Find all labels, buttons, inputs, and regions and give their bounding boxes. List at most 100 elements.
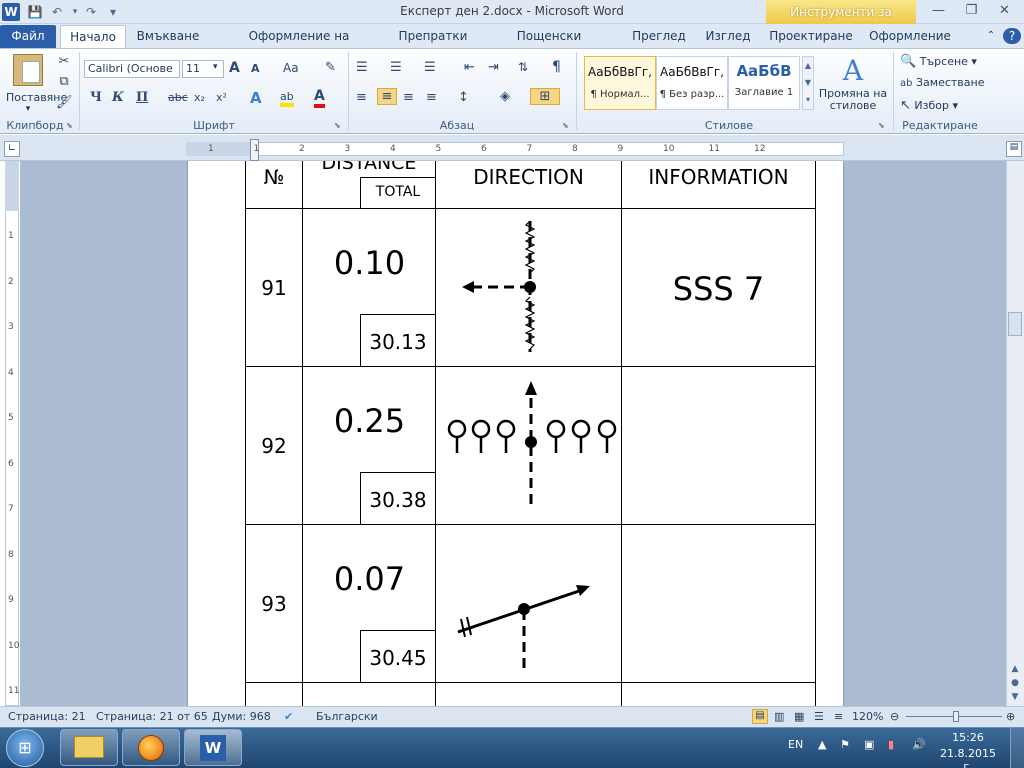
shading-icon[interactable]: ◈ <box>500 89 510 104</box>
style-sample: АаБбВвГг, <box>588 65 652 79</box>
sort-icon[interactable]: ⇅ <box>518 60 528 74</box>
status-page-of[interactable]: Страница: 21 от 65 <box>96 710 208 723</box>
align-center-icon[interactable]: ≡ <box>377 88 397 105</box>
underline-icon[interactable]: П <box>136 90 148 105</box>
multilevel-list-icon[interactable]: ☰ <box>424 60 436 75</box>
tab-page-layout[interactable]: Оформление на страниците <box>214 25 384 65</box>
ruler-number: 1 <box>8 231 14 241</box>
tab-table-design[interactable]: Проектиране <box>766 25 856 48</box>
tray-expand-icon[interactable]: ▲ <box>818 738 826 751</box>
table-tools-band: Инструменти за таблица <box>766 0 916 43</box>
status-language[interactable]: Български <box>316 710 378 723</box>
font-color-icon[interactable]: A <box>314 88 325 108</box>
tab-file[interactable]: Файл <box>0 25 56 48</box>
draft-view-icon[interactable]: ≡ <box>834 710 843 723</box>
zoom-slider-thumb[interactable] <box>953 711 959 722</box>
show-desktop-button[interactable] <box>1010 728 1024 768</box>
strikethrough-icon[interactable]: abc <box>168 91 188 104</box>
subscript-icon[interactable]: x₂ <box>194 91 205 104</box>
change-styles-button[interactable]: A Промяна на стилове <box>818 52 888 112</box>
borders-icon[interactable]: ⊞ <box>530 88 560 105</box>
increase-indent-icon[interactable]: ⇥ <box>488 60 499 75</box>
action-center-icon[interactable]: ⚑ <box>840 738 850 751</box>
align-right-icon[interactable]: ≡ <box>403 90 414 105</box>
volume-icon[interactable]: 🔊 <box>912 738 926 751</box>
shrink-font-icon[interactable]: A <box>251 62 260 75</box>
line-spacing-icon[interactable]: ↕ <box>458 90 469 105</box>
prev-page-icon[interactable]: ▲ <box>1008 664 1022 678</box>
text-effects-icon[interactable]: A <box>250 89 262 107</box>
style-normal[interactable]: АаБбВвГг, ¶ Нормал... <box>584 56 656 110</box>
justify-icon[interactable]: ≡ <box>426 90 437 105</box>
restore-button[interactable]: ❐ <box>955 0 988 22</box>
clock[interactable]: 15:26 21.8.2015 г. <box>938 731 998 768</box>
italic-icon[interactable]: К <box>112 90 124 105</box>
tab-references[interactable]: Препратки <box>394 25 472 48</box>
font-launcher-icon[interactable]: ⬊ <box>334 121 341 130</box>
find-button[interactable]: 🔍 Търсене ▾ <box>900 54 977 69</box>
taskbar-explorer[interactable] <box>60 729 118 766</box>
ruler-number: 5 <box>435 144 442 154</box>
clear-formatting-icon[interactable]: ✎ <box>325 60 336 75</box>
status-page[interactable]: Страница: 21 <box>8 710 86 723</box>
styles-gallery-scroll[interactable]: ▲ ▼ ▾ <box>802 56 814 110</box>
full-screen-view-icon[interactable]: ▥ <box>774 710 784 723</box>
device-icon[interactable]: ▣ <box>864 738 874 751</box>
change-case-icon[interactable]: Aa <box>283 61 299 75</box>
font-size-dropdown-icon[interactable]: ▾ <box>213 62 218 72</box>
outline-view-icon[interactable]: ☰ <box>814 710 824 723</box>
style-heading-1[interactable]: АаБбВ Заглавие 1 <box>728 56 800 110</box>
web-layout-view-icon[interactable]: ▦ <box>794 710 804 723</box>
paste-button[interactable]: Поставяне ▾ <box>6 52 67 116</box>
numbering-icon[interactable]: ☰ <box>390 60 402 75</box>
show-marks-icon[interactable]: ¶ <box>552 59 561 75</box>
align-left-icon[interactable]: ≡ <box>356 90 367 105</box>
tab-selector-icon[interactable]: ∟ <box>4 141 20 157</box>
zoom-out-icon[interactable]: ⊖ <box>890 710 899 723</box>
clipboard-launcher-icon[interactable]: ⬊ <box>66 121 73 130</box>
format-painter-icon[interactable]: 🖌 <box>56 95 73 110</box>
minimize-button[interactable]: — <box>922 0 955 22</box>
tab-insert[interactable]: Вмъкване <box>132 25 204 48</box>
zoom-in-icon[interactable]: ⊕ <box>1006 710 1015 723</box>
tab-mailings[interactable]: Пощенски съобщения <box>482 25 616 65</box>
network-icon[interactable]: ▮ <box>888 738 894 751</box>
taskbar-word[interactable]: W <box>184 729 242 766</box>
ruler-number: 12 <box>754 144 766 154</box>
cut-icon[interactable]: ✂ <box>56 54 72 69</box>
language-indicator[interactable]: EN <box>788 738 803 751</box>
start-button[interactable]: ⊞ <box>6 729 44 767</box>
tab-review[interactable]: Преглед <box>626 25 692 48</box>
replace-icon: ab <box>900 78 913 89</box>
status-words[interactable]: Думи: 968 <box>212 710 271 723</box>
styles-launcher-icon[interactable]: ⬊ <box>878 121 885 130</box>
copy-icon[interactable]: ⧉ <box>56 74 72 89</box>
paragraph-launcher-icon[interactable]: ⬊ <box>562 121 569 130</box>
grow-font-icon[interactable]: A <box>229 60 240 76</box>
view-ruler-icon[interactable]: ▤ <box>1006 141 1022 157</box>
font-family-field[interactable]: Calibri (Основе <box>84 60 180 78</box>
vertical-scrollbar[interactable] <box>1006 161 1024 706</box>
tab-home[interactable]: Начало <box>60 25 126 48</box>
zoom-level[interactable]: 120% <box>852 710 883 723</box>
row-number: 92 <box>261 434 287 458</box>
style-no-spacing[interactable]: АаБбВвГг, ¶ Без разр... <box>656 56 728 110</box>
bullets-icon[interactable]: ☰ <box>356 60 368 75</box>
ribbon-collapse-icon[interactable]: ⌃ <box>982 25 1000 48</box>
replace-button[interactable]: ab Заместване <box>900 76 984 89</box>
scrollbar-thumb[interactable] <box>1008 312 1022 336</box>
highlight-icon[interactable]: ab <box>280 90 294 107</box>
select-button[interactable]: ↖ Избор ▾ <box>900 98 958 113</box>
help-icon[interactable]: ? <box>1003 28 1021 44</box>
browse-object-icon[interactable]: ● <box>1008 678 1022 692</box>
taskbar-firefox[interactable] <box>122 729 180 766</box>
tab-view[interactable]: Изглед <box>700 25 756 48</box>
next-page-icon[interactable]: ▼ <box>1008 692 1022 706</box>
proofing-icon[interactable]: ✔ <box>284 710 293 723</box>
decrease-indent-icon[interactable]: ⇤ <box>464 60 475 75</box>
close-button[interactable]: ✕ <box>988 0 1021 22</box>
superscript-icon[interactable]: x² <box>216 91 227 104</box>
print-layout-view-icon[interactable]: ▤ <box>752 709 768 724</box>
tab-table-layout[interactable]: Оформление <box>864 25 956 48</box>
bold-icon[interactable]: Ч <box>90 90 102 105</box>
